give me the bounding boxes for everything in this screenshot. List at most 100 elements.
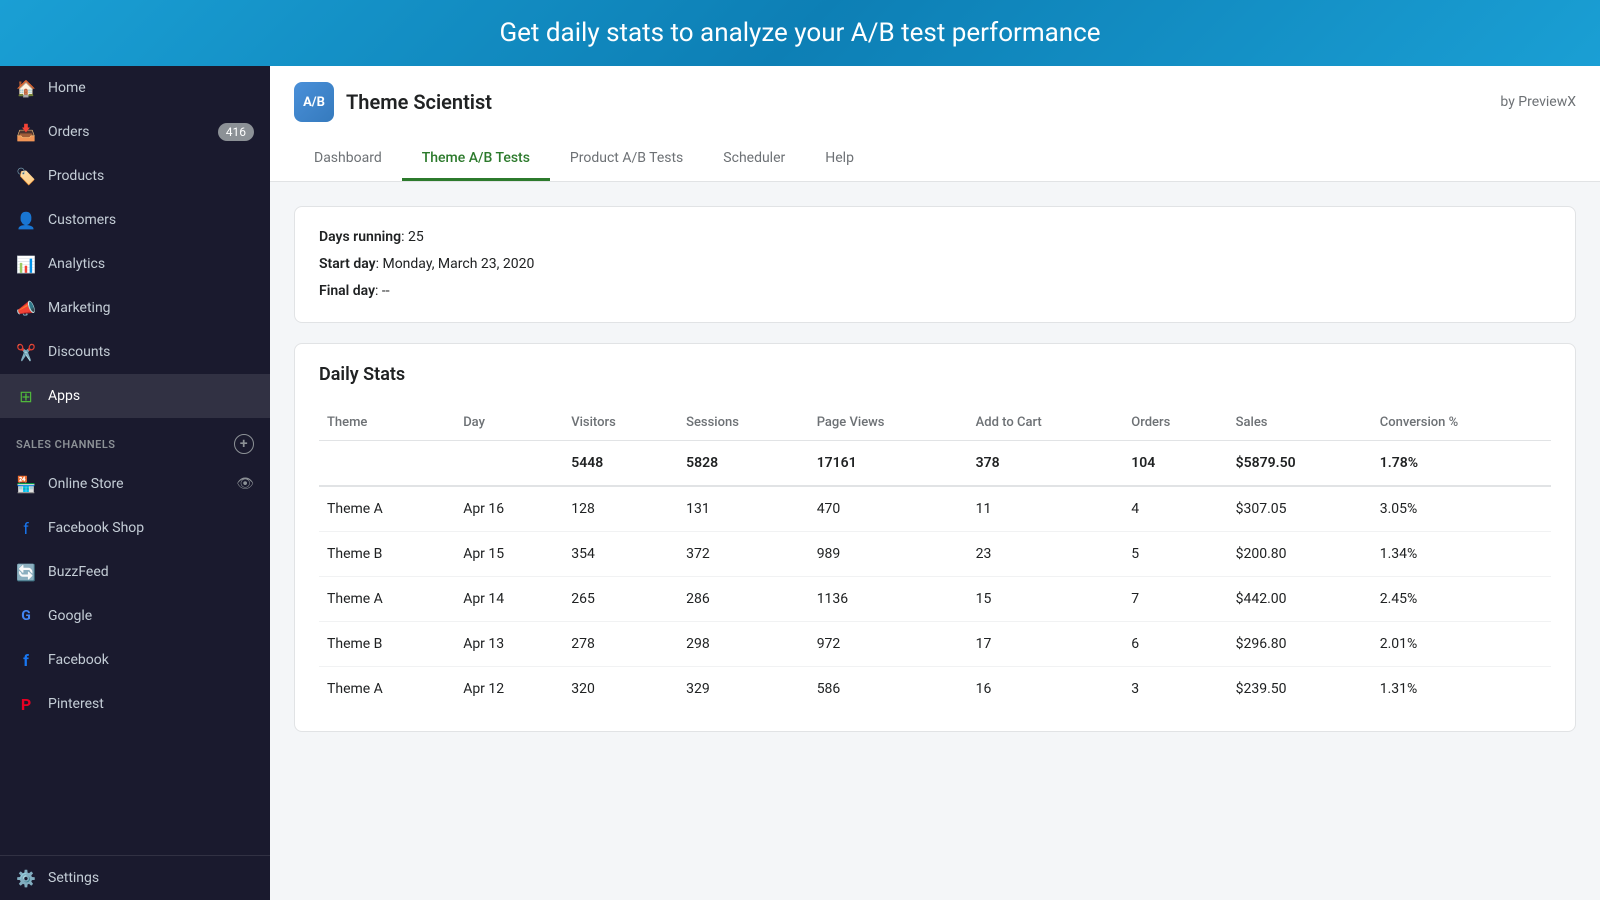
row4-page-views: 586 [809, 667, 968, 712]
tabs-nav: Dashboard Theme A/B Tests Product A/B Te… [294, 138, 1576, 181]
top-banner: Get daily stats to analyze your A/B test… [0, 0, 1600, 66]
sidebar-item-buzzfeed[interactable]: 🔄 BuzzFeed [0, 550, 270, 594]
orders-icon: 📥 [16, 122, 36, 142]
row1-sales: $200.80 [1228, 532, 1372, 577]
buzzfeed-icon: 🔄 [16, 562, 36, 582]
row1-sessions: 372 [678, 532, 809, 577]
orders-badge: 416 [218, 123, 254, 141]
row4-add-to-cart: 16 [968, 667, 1124, 712]
app-title-row: A/B Theme Scientist by PreviewX [294, 82, 1576, 122]
tab-dashboard[interactable]: Dashboard [294, 138, 402, 181]
tab-product-ab-label: Product A/B Tests [570, 150, 683, 166]
totals-orders: 104 [1123, 441, 1227, 487]
sidebar-item-analytics[interactable]: 📊 Analytics [0, 242, 270, 286]
tab-scheduler-label: Scheduler [723, 150, 785, 166]
row3-sales: $296.80 [1228, 622, 1372, 667]
row2-theme: Theme A [319, 577, 455, 622]
row1-orders: 5 [1123, 532, 1227, 577]
row3-sessions: 298 [678, 622, 809, 667]
content-body: Days running: 25 Start day: Monday, Marc… [270, 182, 1600, 756]
tab-theme-ab-label: Theme A/B Tests [422, 150, 530, 166]
sidebar-item-customers[interactable]: 👤 Customers [0, 198, 270, 242]
row0-theme: Theme A [319, 486, 455, 532]
table-row: Theme B Apr 15 354 372 989 23 5 $200.80 … [319, 532, 1551, 577]
sidebar-item-products[interactable]: 🏷️ Products [0, 154, 270, 198]
col-sales: Sales [1228, 405, 1372, 441]
col-add-to-cart: Add to Cart [968, 405, 1124, 441]
sidebar-item-pinterest[interactable]: P Pinterest [0, 682, 270, 726]
tab-theme-ab-tests[interactable]: Theme A/B Tests [402, 138, 550, 181]
sidebar-label-discounts: Discounts [48, 344, 110, 360]
app-name: Theme Scientist [346, 90, 492, 114]
sidebar-label-home: Home [48, 80, 86, 96]
row1-visitors: 354 [563, 532, 678, 577]
content-area: A/B Theme Scientist by PreviewX Dashboar… [270, 66, 1600, 900]
row2-orders: 7 [1123, 577, 1227, 622]
row1-add-to-cart: 23 [968, 532, 1124, 577]
row0-page-views: 470 [809, 486, 968, 532]
online-store-icon: 🏪 [16, 474, 36, 494]
sidebar-label-customers: Customers [48, 212, 116, 228]
tab-scheduler[interactable]: Scheduler [703, 138, 805, 181]
totals-day [455, 441, 563, 487]
sidebar-item-google[interactable]: G Google [0, 594, 270, 638]
row4-conversion: 1.31% [1372, 667, 1551, 712]
sales-channels-label: SALES CHANNELS [16, 438, 116, 451]
app-title-left: A/B Theme Scientist [294, 82, 492, 122]
table-row: Theme A Apr 16 128 131 470 11 4 $307.05 … [319, 486, 1551, 532]
sidebar-item-home[interactable]: 🏠 Home [0, 66, 270, 110]
row4-orders: 3 [1123, 667, 1227, 712]
col-conversion: Conversion % [1372, 405, 1551, 441]
sidebar-label-marketing: Marketing [48, 300, 111, 316]
final-day-value: -- [382, 283, 390, 299]
row3-visitors: 278 [563, 622, 678, 667]
facebook-icon: f [16, 650, 36, 670]
banner-text: Get daily stats to analyze your A/B test… [499, 18, 1100, 48]
tab-help-label: Help [825, 150, 854, 166]
sidebar-item-orders[interactable]: 📥 Orders 416 [0, 110, 270, 154]
row3-orders: 6 [1123, 622, 1227, 667]
sidebar-item-apps[interactable]: ⊞ Apps [0, 374, 270, 418]
add-sales-channel-button[interactable]: + [234, 434, 254, 454]
sidebar-item-facebook-shop[interactable]: f Facebook Shop [0, 506, 270, 550]
sidebar-label-analytics: Analytics [48, 256, 105, 272]
row2-visitors: 265 [563, 577, 678, 622]
row2-conversion: 2.45% [1372, 577, 1551, 622]
totals-page-views: 17161 [809, 441, 968, 487]
daily-stats-table: Theme Day Visitors Sessions Page Views A… [319, 405, 1551, 711]
by-text: by PreviewX [1500, 94, 1576, 110]
row4-day: Apr 12 [455, 667, 563, 712]
days-running-row: Days running: 25 [319, 227, 1551, 248]
row0-day: Apr 16 [455, 486, 563, 532]
sidebar-item-discounts[interactable]: ✂️ Discounts [0, 330, 270, 374]
marketing-icon: 📣 [16, 298, 36, 318]
sidebar-item-marketing[interactable]: 📣 Marketing [0, 286, 270, 330]
sidebar-item-settings[interactable]: ⚙️ Settings [0, 856, 270, 900]
tab-dashboard-label: Dashboard [314, 150, 382, 166]
sidebar-label-apps: Apps [48, 388, 80, 404]
start-day-value: Monday, March 23, 2020 [382, 256, 534, 272]
sidebar-label-settings: Settings [48, 870, 99, 886]
sidebar-label-pinterest: Pinterest [48, 696, 104, 712]
tab-help[interactable]: Help [805, 138, 874, 181]
sidebar-label-google: Google [48, 608, 92, 624]
eye-icon[interactable]: 👁 [236, 476, 254, 492]
totals-add-to-cart: 378 [968, 441, 1124, 487]
sidebar-item-facebook[interactable]: f Facebook [0, 638, 270, 682]
final-day-label: Final day [319, 283, 375, 299]
row3-conversion: 2.01% [1372, 622, 1551, 667]
tab-product-ab-tests[interactable]: Product A/B Tests [550, 138, 703, 181]
home-icon: 🏠 [16, 78, 36, 98]
sidebar-label-online-store: Online Store [48, 476, 124, 492]
row1-page-views: 989 [809, 532, 968, 577]
app-logo: A/B [294, 82, 334, 122]
row3-page-views: 972 [809, 622, 968, 667]
apps-icon: ⊞ [16, 386, 36, 406]
row2-sales: $442.00 [1228, 577, 1372, 622]
start-day-row: Start day: Monday, March 23, 2020 [319, 254, 1551, 275]
google-icon: G [16, 606, 36, 626]
sidebar-item-online-store[interactable]: 🏪 Online Store 👁 [0, 462, 270, 506]
row1-conversion: 1.34% [1372, 532, 1551, 577]
totals-sessions: 5828 [678, 441, 809, 487]
table-row: Theme B Apr 13 278 298 972 17 6 $296.80 … [319, 622, 1551, 667]
